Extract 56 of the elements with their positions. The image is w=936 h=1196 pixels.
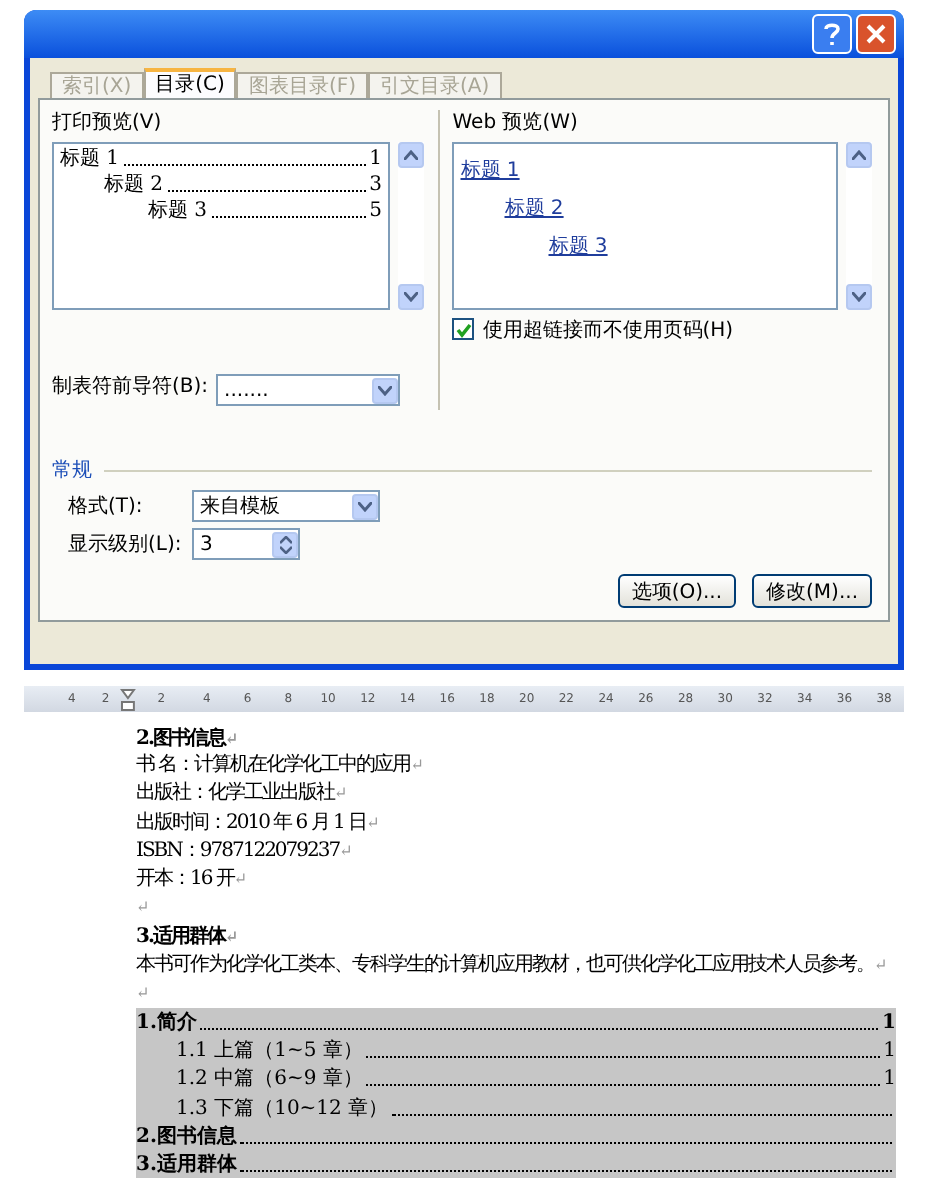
- spinner-icon: [279, 535, 291, 553]
- page-number: 3: [369, 172, 382, 198]
- hyperlink-checkbox[interactable]: [452, 318, 475, 340]
- web-preview-label: Web 预览(W): [452, 110, 580, 136]
- body-text: 书 名：计算机在化学化工中的应用: [136, 754, 411, 777]
- body-text: 本书可作为化学化工类本、专科学生的计算机应用教材，也可供化学化工应用技术人员参考。: [136, 953, 874, 975]
- close-button[interactable]: [856, 14, 896, 54]
- body-text: 开本：16 开: [136, 867, 234, 890]
- paragraph-mark: ↵: [136, 898, 148, 917]
- tab-leader-dropdown[interactable]: .......: [216, 374, 401, 406]
- help-button[interactable]: [812, 14, 852, 54]
- format-label: 格式(T):: [68, 493, 145, 520]
- scroll-down-button[interactable]: [398, 284, 424, 310]
- body-text: 出版社：化学工业出版社: [136, 782, 334, 805]
- group-title: 常规: [52, 458, 92, 484]
- tab[interactable]: 目录(C): [143, 68, 237, 98]
- paragraph-mark: ↵: [874, 955, 886, 973]
- body-text: 出版时间：2010 年 6 月 1 日: [136, 811, 367, 834]
- indent-marker-icon: [119, 687, 136, 711]
- paragraph-mark: ↵: [410, 756, 422, 775]
- format-dropdown[interactable]: 来自模板: [192, 490, 380, 522]
- toc-entry[interactable]: 1.2 中篇（6~9 章） 1: [136, 1064, 896, 1093]
- paragraph-mark: ↵: [233, 869, 246, 888]
- dialog-button[interactable]: 选项(O)...: [617, 574, 737, 608]
- toc-entry[interactable]: 3.适用群体: [136, 1149, 896, 1178]
- hyperlink-checkbox-label: 使用超链接而不使用页码(H): [482, 318, 734, 344]
- levels-spinbox[interactable]: 3: [192, 528, 300, 560]
- help-icon: [824, 22, 840, 46]
- paragraph-mark: ↵: [366, 813, 378, 832]
- preview-heading: 标题 3: [148, 198, 208, 224]
- preview-heading: 标题 2: [104, 172, 164, 198]
- print-preview-label: 打印预览(V): [52, 110, 164, 136]
- toc-entry[interactable]: 1.3 下篇（10~12 章）: [136, 1092, 896, 1122]
- dropdown-icon[interactable]: [358, 501, 372, 511]
- tab-leader-label: 制表符前导符(B):: [52, 374, 209, 402]
- page-number: 1: [369, 146, 382, 172]
- toc-entry[interactable]: 1.简介 1: [136, 1007, 896, 1037]
- dropdown-icon[interactable]: [378, 385, 393, 395]
- scroll-up-button[interactable]: [846, 142, 872, 168]
- toc-entry[interactable]: 1.1 上篇（1~5 章） 1: [136, 1036, 896, 1065]
- close-icon: [866, 24, 886, 44]
- paragraph-mark: ↵: [334, 784, 346, 803]
- paragraph-mark: ↵: [224, 926, 237, 947]
- paragraph-mark: ↵: [136, 983, 148, 1002]
- paragraph-mark: ↵: [339, 841, 351, 860]
- scroll-up-button[interactable]: [398, 142, 424, 168]
- page-number: 5: [369, 198, 382, 224]
- scroll-down-button[interactable]: [846, 284, 872, 310]
- section-heading: 2.图书信息: [136, 728, 225, 750]
- dialog-button[interactable]: 修改(M)...: [752, 574, 872, 608]
- levels-label: 显示级别(L):: [68, 532, 184, 558]
- body-text: ISBN：9787122079237: [136, 839, 340, 862]
- section-heading: 3.适用群体: [136, 926, 225, 949]
- preview-heading: 标题 1: [60, 146, 120, 172]
- paragraph-mark: ↵: [224, 728, 237, 748]
- toc-entry[interactable]: 2.图书信息: [136, 1121, 896, 1150]
